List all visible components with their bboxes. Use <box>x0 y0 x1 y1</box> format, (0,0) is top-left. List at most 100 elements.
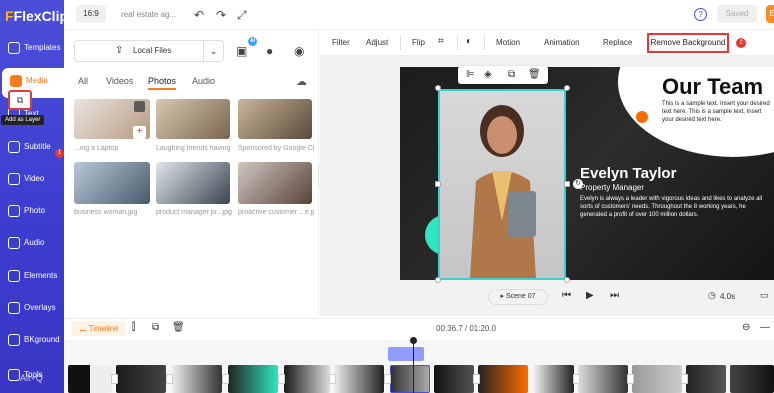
photo-thumb-sponsored[interactable] <box>238 99 312 139</box>
scene-selector[interactable]: ▸ Scene 07 <box>488 289 548 305</box>
sidebar-item-bkground[interactable]: BKground <box>0 327 64 357</box>
help-icon[interactable]: ? <box>694 8 707 21</box>
align-icon[interactable]: ⊫ <box>466 69 475 80</box>
canvas-sample-text[interactable]: This is a sample text. Insert your desir… <box>662 100 774 124</box>
add-as-layer-button[interactable]: ⧉ <box>8 90 32 110</box>
zoom-out-icon[interactable]: ⊖ <box>742 322 750 333</box>
sidebar-item-audio[interactable]: Audio <box>0 230 64 260</box>
transition-icon[interactable] <box>627 374 634 384</box>
scene-clip-current[interactable] <box>390 365 430 393</box>
transition-icon[interactable] <box>573 374 580 384</box>
playhead-handle[interactable] <box>410 337 417 344</box>
transition-icon[interactable] <box>166 374 173 384</box>
selected-photo-layer[interactable] <box>438 89 566 280</box>
copy-icon[interactable]: ⧉ <box>152 322 159 333</box>
transition-icon[interactable] <box>278 374 285 384</box>
scene-clip[interactable] <box>228 365 278 393</box>
photo-thumb-business-woman[interactable] <box>74 162 150 204</box>
flip-button[interactable]: Flip <box>412 38 425 47</box>
export-button[interactable]: E <box>766 5 774 23</box>
canvas-role-text[interactable]: Property Manager <box>580 183 644 192</box>
scene-clip[interactable] <box>578 365 628 393</box>
scene-clip[interactable] <box>730 365 774 393</box>
zoom-slider[interactable]: — <box>760 322 770 333</box>
sidebar-item-video[interactable]: Video <box>0 166 64 196</box>
transition-icon[interactable] <box>384 374 391 384</box>
tab-photos[interactable]: Photos <box>148 76 177 90</box>
adjust-button[interactable]: Adjust <box>366 38 388 47</box>
project-name[interactable]: real estate ag... <box>121 10 176 19</box>
resize-handle[interactable] <box>564 85 570 91</box>
chevron-down-icon[interactable]: ⌄ <box>203 41 223 61</box>
redo-icon[interactable]: ↷ <box>216 8 226 22</box>
replace-button[interactable]: Replace <box>603 38 632 47</box>
tab-audio[interactable]: Audio <box>192 76 215 86</box>
sidebar-item-elements[interactable]: Elements <box>0 263 64 293</box>
scene-clip[interactable] <box>434 365 474 393</box>
tab-all[interactable]: All <box>78 76 88 86</box>
rotate-icon[interactable]: ↻ <box>573 179 583 189</box>
cloud-icon[interactable]: ☁ <box>296 75 307 88</box>
canvas-description-text[interactable]: Evelyn is always a leader with vigorous … <box>580 195 774 219</box>
play-icon[interactable]: ▶ <box>586 290 594 301</box>
next-icon[interactable]: ⏭ <box>610 290 619 301</box>
microphone-icon[interactable]: ● <box>266 44 273 58</box>
transition-icon[interactable] <box>473 374 480 384</box>
timeline-toggle[interactable]: ⚊ Timeline <box>72 321 126 336</box>
scene-clip[interactable] <box>686 365 726 393</box>
canvas-name-text[interactable]: Evelyn Taylor <box>580 165 676 182</box>
aspect-ratio-button[interactable]: 16:9 <box>76 5 106 23</box>
photo-thumb-friends[interactable] <box>156 99 230 139</box>
tab-videos[interactable]: Videos <box>106 76 133 86</box>
delete-icon[interactable] <box>134 101 145 112</box>
animation-button[interactable]: Animation <box>544 38 580 47</box>
scene-clip[interactable] <box>534 365 574 393</box>
undo-icon[interactable]: ↶ <box>194 8 204 22</box>
duplicate-icon[interactable]: ⧉ <box>508 69 515 80</box>
sidebar-item-subtitle[interactable]: Subtitle <box>0 134 64 164</box>
add-to-scene-button[interactable]: + <box>133 126 146 139</box>
scene-clip[interactable] <box>116 365 166 393</box>
transition-icon[interactable] <box>222 374 229 384</box>
resize-handle[interactable] <box>564 277 570 283</box>
scene-clip[interactable] <box>478 365 528 393</box>
scene-clip[interactable] <box>172 365 222 393</box>
crop-icon[interactable]: ⌗ <box>438 36 444 47</box>
previous-icon[interactable]: ⏮ <box>562 290 571 301</box>
resize-handle[interactable] <box>564 181 570 187</box>
scene-duration[interactable]: 4.0s <box>720 292 735 301</box>
transition-icon[interactable] <box>111 374 118 384</box>
layers-icon[interactable]: ◈ <box>484 69 492 80</box>
scene-clip[interactable] <box>632 365 682 393</box>
transition-icon[interactable] <box>681 374 688 384</box>
local-files-button[interactable]: ⇪ Local Files ⌄ <box>74 40 224 62</box>
resize-handle[interactable] <box>435 85 441 91</box>
delete-icon[interactable]: 🗑 <box>172 322 185 333</box>
motion-button[interactable]: Motion <box>496 38 520 47</box>
screen-record-icon[interactable]: ◉ <box>294 44 304 58</box>
transition-icon[interactable] <box>329 374 336 384</box>
selected-layer-clip[interactable] <box>388 347 424 361</box>
remove-background-button[interactable]: Remove Background <box>647 33 729 53</box>
playhead[interactable] <box>413 337 414 393</box>
canvas-heading[interactable]: Our Team <box>662 74 763 100</box>
ai-chat-icon[interactable]: ▣ <box>236 44 247 58</box>
photo-thumb-product-manager[interactable] <box>156 162 230 204</box>
sidebar-item-overlays[interactable]: Overlays <box>0 295 64 325</box>
sidebar-item-templates[interactable]: Templates <box>0 35 64 65</box>
trash-icon[interactable]: 🗑 <box>528 69 541 80</box>
screen-icon[interactable]: ▭ <box>760 290 769 301</box>
resize-handle[interactable] <box>435 181 441 187</box>
resize-handle[interactable] <box>435 277 441 283</box>
split-icon[interactable]: ⫿ <box>132 322 135 333</box>
scene-clip[interactable] <box>68 365 112 393</box>
video-canvas[interactable]: Our Team This is a sample text. Insert y… <box>400 67 774 280</box>
scene-clip[interactable] <box>284 365 330 393</box>
scene-clip[interactable] <box>334 365 384 393</box>
opacity-icon[interactable]: ◐ <box>466 36 472 47</box>
flexclip-logo[interactable]: FFlexClip <box>5 8 68 24</box>
filter-button[interactable]: Filter <box>332 38 350 47</box>
photo-thumb-proactive-customer[interactable] <box>238 162 312 204</box>
sidebar-item-photo[interactable]: Photo <box>0 198 64 228</box>
fullscreen-icon[interactable]: ⤢ <box>237 8 247 23</box>
